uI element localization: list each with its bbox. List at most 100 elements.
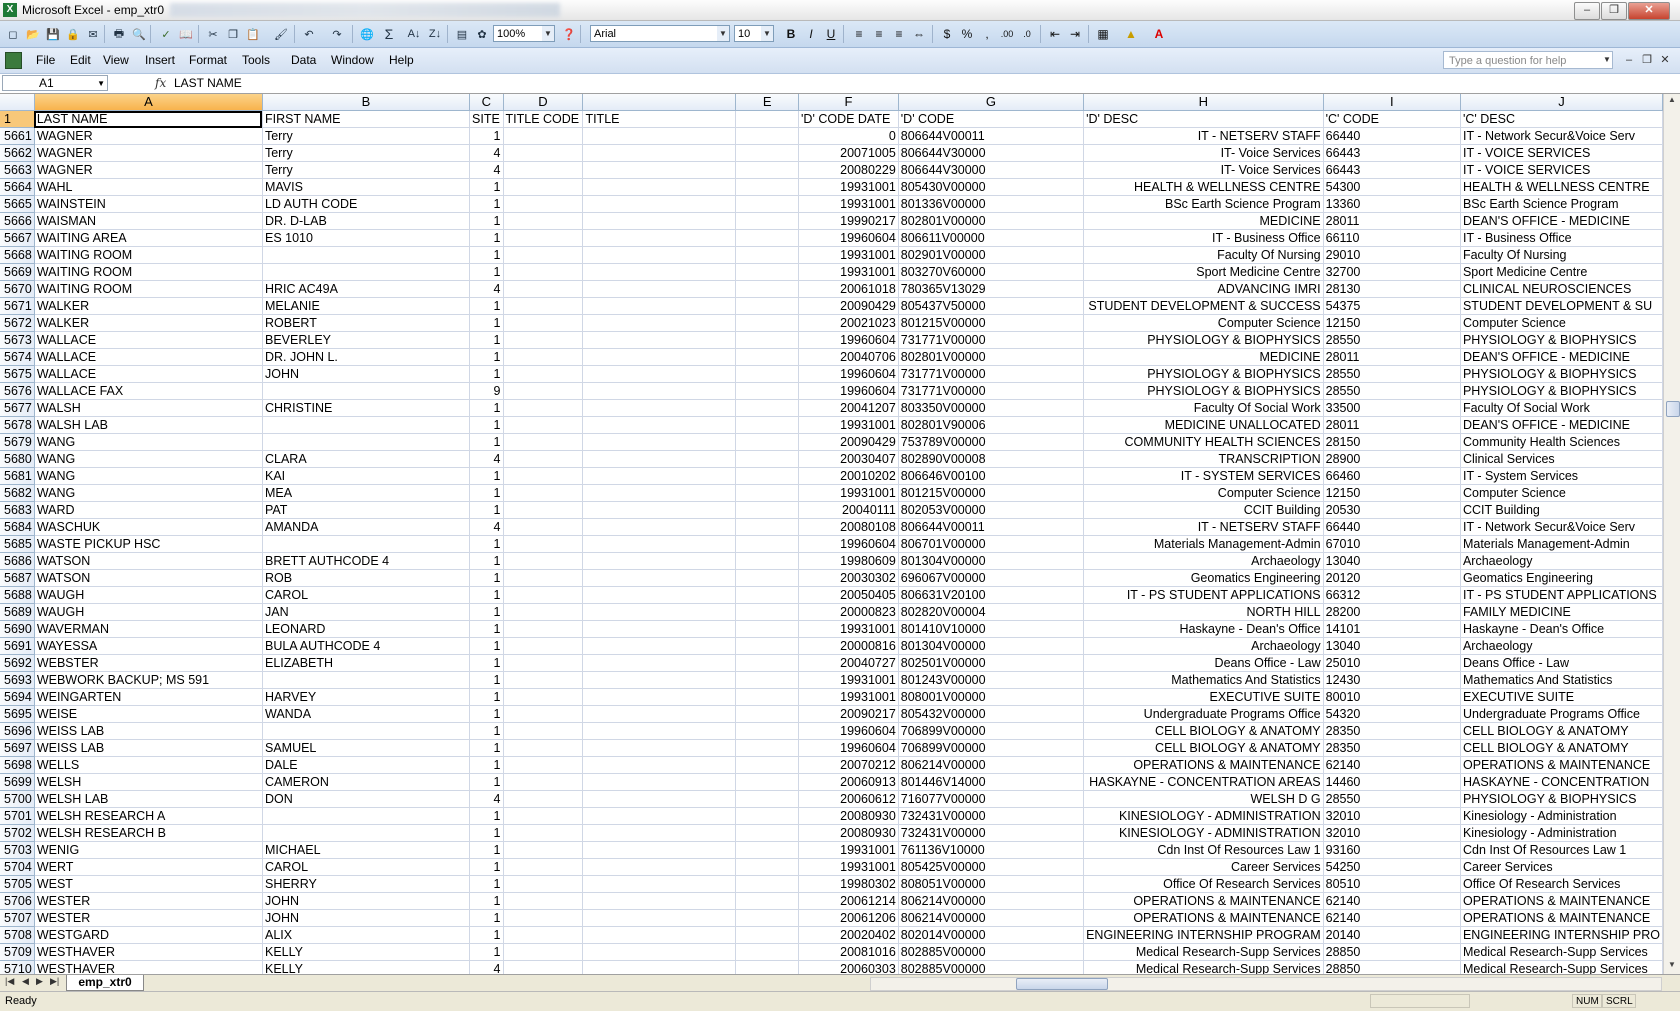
cell[interactable]: 12150 [1323, 484, 1461, 502]
cell[interactable]: 1 [469, 858, 504, 876]
cell[interactable]: BEVERLEY [262, 331, 471, 349]
row-header[interactable]: 5697 [0, 739, 35, 757]
cell[interactable] [582, 603, 737, 621]
cell[interactable]: WANG [34, 450, 263, 468]
cell[interactable]: KAI [262, 467, 471, 485]
workbook-minimize-button[interactable]: – [1622, 53, 1636, 67]
cell[interactable]: 19931001 [798, 841, 899, 859]
scroll-down-icon[interactable]: ▼ [1666, 960, 1678, 972]
row-header[interactable]: 5681 [0, 467, 35, 485]
cell[interactable]: PHYSIOLOGY & BIOPHYSICS [1460, 331, 1663, 349]
cell[interactable]: Computer Science [1460, 484, 1663, 502]
cell[interactable] [735, 722, 800, 740]
cell[interactable]: 19960604 [798, 229, 899, 247]
cell[interactable] [582, 416, 737, 434]
underline-button[interactable]: U [822, 26, 840, 42]
row-header[interactable]: 5692 [0, 654, 35, 672]
cell[interactable]: 1 [469, 246, 504, 264]
cell[interactable] [735, 212, 800, 230]
cell[interactable]: WAITING AREA [34, 229, 263, 247]
menu-data[interactable]: Data [291, 53, 316, 67]
cell[interactable]: IT - Network Secur&Voice Serv [1460, 518, 1663, 536]
cell[interactable]: WASCHUK [34, 518, 263, 536]
cell[interactable] [503, 161, 584, 179]
cell[interactable]: 13040 [1323, 552, 1461, 570]
cell[interactable] [735, 603, 800, 621]
row-header[interactable]: 5707 [0, 909, 35, 927]
cell[interactable]: WAUGH [34, 603, 263, 621]
cell[interactable] [582, 535, 737, 553]
cell[interactable]: Cdn Inst Of Resources Law 1 [1083, 841, 1324, 859]
cell[interactable]: CELL BIOLOGY & ANATOMY [1460, 722, 1663, 740]
cell[interactable]: Sport Medicine Centre [1083, 263, 1324, 281]
cell[interactable] [503, 178, 584, 196]
cell[interactable]: 806644V30000 [898, 144, 1085, 162]
print-preview-icon[interactable]: 🔍 [130, 25, 148, 43]
cell[interactable]: 1 [469, 212, 504, 230]
new-icon[interactable]: ◻ [4, 25, 22, 43]
research-icon[interactable]: 📖 [177, 25, 195, 43]
cell[interactable]: WALLACE [34, 331, 263, 349]
cell[interactable]: 20050405 [798, 586, 899, 604]
cell[interactable]: Medical Research-Supp Services [1083, 960, 1324, 974]
cell[interactable]: WESTHAVER [34, 960, 263, 974]
align-center-icon[interactable]: ≡ [870, 26, 888, 42]
cell[interactable] [582, 433, 737, 451]
cell[interactable]: PHYSIOLOGY & BIOPHYSICS [1083, 382, 1324, 400]
cell[interactable] [735, 195, 800, 213]
cell[interactable]: WASTE PICKUP HSC [34, 535, 263, 553]
cell[interactable]: 805437V50000 [898, 297, 1085, 315]
cell[interactable]: IT - SYSTEM SERVICES [1083, 467, 1324, 485]
zoom-combo[interactable]: 100% ▼ [493, 25, 555, 42]
cell[interactable]: WALLACE [34, 348, 263, 366]
cell[interactable]: Faculty Of Nursing [1083, 246, 1324, 264]
cell[interactable]: 20061214 [798, 892, 899, 910]
row-header[interactable]: 5684 [0, 518, 35, 536]
cell[interactable]: IT- Voice Services [1083, 161, 1324, 179]
cell[interactable]: 1 [469, 178, 504, 196]
cell[interactable]: 20000823 [798, 603, 899, 621]
cell[interactable]: WALLACE [34, 365, 263, 383]
font-size-combo[interactable]: 10 ▼ [734, 25, 774, 42]
cell[interactable]: 805430V00000 [898, 178, 1085, 196]
cell[interactable]: 66110 [1323, 229, 1461, 247]
cell[interactable]: 802801V00000 [898, 212, 1085, 230]
cell[interactable] [735, 552, 800, 570]
row-header[interactable]: 5695 [0, 705, 35, 723]
cell[interactable] [735, 773, 800, 791]
row-header[interactable]: 5698 [0, 756, 35, 774]
cell[interactable]: 706899V00000 [898, 722, 1085, 740]
font-color-icon[interactable]: A [1150, 26, 1168, 42]
cell[interactable]: WELSH LAB [34, 790, 263, 808]
email-icon[interactable]: ✉ [84, 25, 102, 43]
cell[interactable]: 19960604 [798, 382, 899, 400]
cell[interactable]: 54300 [1323, 178, 1461, 196]
cell[interactable] [262, 722, 471, 740]
cell[interactable]: Career Services [1083, 858, 1324, 876]
cell[interactable]: 801410V10000 [898, 620, 1085, 638]
cell[interactable]: 1 [469, 399, 504, 417]
cell[interactable]: 761136V10000 [898, 841, 1085, 859]
cell[interactable]: WERT [34, 858, 263, 876]
cell[interactable]: 1 [469, 926, 504, 944]
cell[interactable] [582, 195, 737, 213]
cell[interactable]: 732431V00000 [898, 824, 1085, 842]
cell[interactable]: 12430 [1323, 671, 1461, 689]
last-sheet-icon[interactable]: ▶| [50, 976, 59, 987]
cell[interactable]: 28011 [1323, 416, 1461, 434]
row-header[interactable]: 5703 [0, 841, 35, 859]
cell[interactable] [582, 773, 737, 791]
cell[interactable]: 80510 [1323, 875, 1461, 893]
cell[interactable]: Kinesiology - Administration [1460, 824, 1663, 842]
cell[interactable]: 54320 [1323, 705, 1461, 723]
cell[interactable]: 9 [469, 382, 504, 400]
cell[interactable]: 28550 [1323, 382, 1461, 400]
cell[interactable]: Sport Medicine Centre [1460, 263, 1663, 281]
cell[interactable]: Mathematics And Statistics [1083, 671, 1324, 689]
cell[interactable] [735, 280, 800, 298]
cell[interactable]: WAISMAN [34, 212, 263, 230]
row-header[interactable]: 5689 [0, 603, 35, 621]
cell[interactable]: 1 [469, 501, 504, 519]
cell[interactable]: 1 [469, 127, 504, 145]
cell[interactable]: WEISE [34, 705, 263, 723]
